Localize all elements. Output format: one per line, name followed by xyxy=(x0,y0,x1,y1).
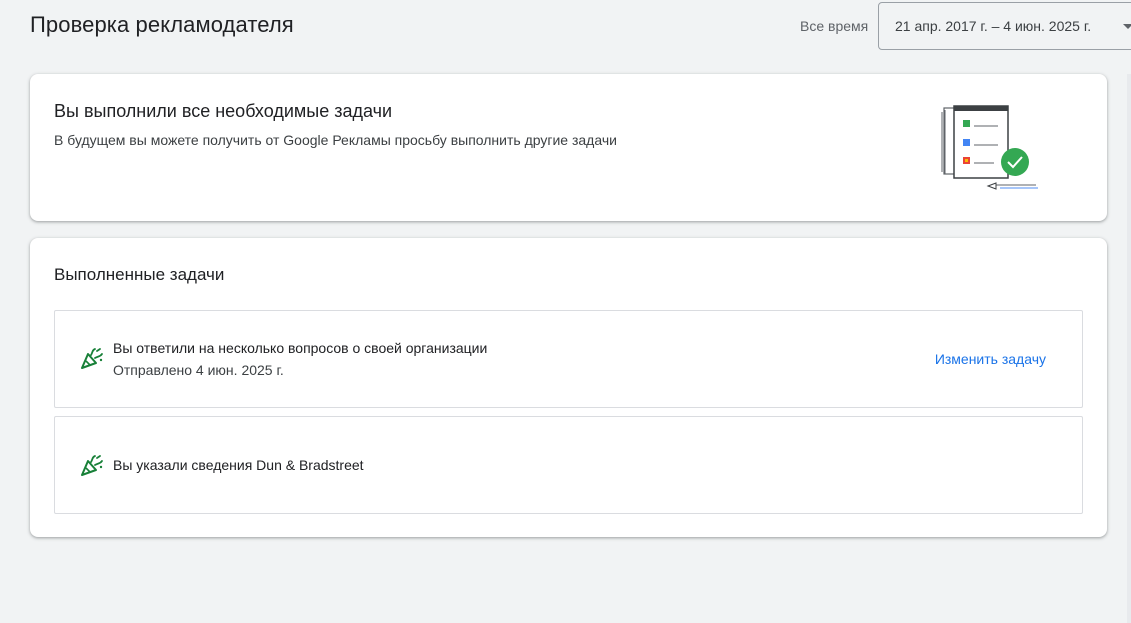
completed-checklist-illustration-icon xyxy=(941,105,1038,190)
advertiser-verification-page: Проверка рекламодателя Все время 21 апр.… xyxy=(0,0,1131,623)
page-title: Проверка рекламодателя xyxy=(30,12,294,37)
date-range-label: Все время xyxy=(800,18,869,34)
summary-heading: Вы выполнили все необходимые задачи xyxy=(54,101,393,121)
completed-tasks-heading: Выполненные задачи xyxy=(54,265,225,284)
task-item: Вы ответили на несколько вопросов о свое… xyxy=(54,310,1083,408)
summary-card: Вы выполнили все необходимые задачи В бу… xyxy=(30,74,1107,221)
completed-tasks-card: Выполненные задачи Вы ответили на нескол… xyxy=(30,238,1107,537)
task-submitted-date: Отправлено 4 июн. 2025 г. xyxy=(113,362,284,378)
task-title: Вы ответили на несколько вопросов о свое… xyxy=(113,340,488,356)
task-item: Вы указали сведения Dun & Bradstreet xyxy=(54,416,1083,514)
celebration-icon xyxy=(81,348,103,369)
date-range-value: 21 апр. 2017 г. – 4 июн. 2025 г. xyxy=(895,18,1092,34)
task-title: Вы указали сведения Dun & Bradstreet xyxy=(113,457,364,473)
celebration-icon xyxy=(81,455,103,476)
dropdown-arrow-icon xyxy=(1123,24,1131,29)
date-range-dropdown[interactable]: 21 апр. 2017 г. – 4 июн. 2025 г. xyxy=(878,2,1131,50)
summary-subtext: В будущем вы можете получить от Google Р… xyxy=(54,132,617,148)
edit-task-link[interactable]: Изменить задачу xyxy=(935,351,1046,367)
page-scrollbar[interactable] xyxy=(1127,74,1131,623)
